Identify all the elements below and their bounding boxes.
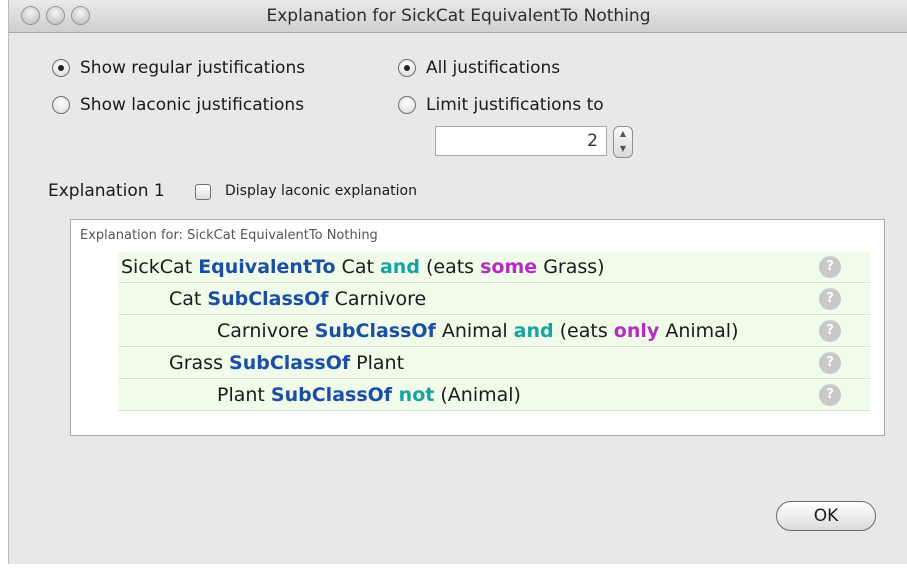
laconic-explanation-label: Display laconic explanation [225,183,417,199]
explanation-header: Explanation for: SickCat EquivalentTo No… [80,228,378,243]
axiom-keyword: SubClassOf [207,288,329,310]
title-bar: Explanation for SickCat EquivalentTo Not… [9,0,907,33]
stepper-up-icon[interactable]: ▲ [614,127,632,142]
radio-unselected-icon[interactable] [398,96,416,114]
axiom-row[interactable]: Grass SubClassOf Plant? [118,348,870,379]
axiom-text: Cat SubClassOf Carnivore [169,284,426,314]
axiom-row[interactable]: SickCat EquivalentTo Cat and (eats some … [118,252,870,283]
limit-justifications-radio[interactable]: Limit justifications to [398,95,604,115]
axiom-term: Grass) [537,256,605,278]
show-regular-radio[interactable]: Show regular justifications [52,58,305,78]
radio-selected-icon[interactable] [52,59,70,77]
axiom-text: Grass SubClassOf Plant [169,348,404,378]
limit-value-field[interactable]: 2 [435,126,607,156]
axiom-term: Animal [435,320,514,342]
axiom-keyword: SubClassOf [229,352,351,374]
axiom-text: Carnivore SubClassOf Animal and (eats on… [217,316,738,346]
axiom-row[interactable]: Cat SubClassOf Carnivore? [118,284,870,315]
axiom-term: SickCat [121,256,199,278]
axiom-keyword: SubClassOf [314,320,436,342]
stepper-down-icon[interactable]: ▼ [614,142,632,157]
axiom-term: (eats [419,256,481,278]
help-icon[interactable]: ? [819,288,841,310]
axiom-term: Plant [217,384,271,406]
axiom-term: Animal) [659,320,739,342]
limit-justifications-label: Limit justifications to [426,95,604,115]
explanation-dialog: Explanation for SickCat EquivalentTo Not… [8,0,907,564]
axiom-text: Plant SubClassOf not (Animal) [217,380,521,410]
ok-button[interactable]: OK [776,501,876,531]
axiom-keyword: EquivalentTo [198,256,336,278]
radio-selected-icon[interactable] [398,59,416,77]
all-justifications-label: All justifications [426,58,561,78]
help-icon[interactable]: ? [819,352,841,374]
explanation-number-label: Explanation 1 [48,181,165,201]
show-laconic-label: Show laconic justifications [80,95,305,115]
axiom-keyword: SubClassOf [270,384,393,406]
axiom-keyword: not [392,384,435,406]
show-regular-label: Show regular justifications [80,58,306,78]
axiom-keyword: and [513,320,554,342]
axiom-term: Carnivore [217,320,315,342]
window-title: Explanation for SickCat EquivalentTo Not… [266,6,651,26]
laconic-explanation-checkbox[interactable] [195,184,211,200]
explanation-panel: Explanation for: SickCat EquivalentTo No… [70,219,885,436]
axiom-term: Carnivore [328,288,427,310]
axiom-keyword: only [613,320,660,342]
help-icon[interactable]: ? [819,320,841,342]
axiom-term: Cat [335,256,380,278]
help-icon[interactable]: ? [819,384,841,406]
axiom-term: Plant [350,352,405,374]
radio-unselected-icon[interactable] [52,96,70,114]
axiom-term: Cat [169,288,208,310]
axiom-keyword: and [379,256,420,278]
axiom-row[interactable]: Plant SubClassOf not (Animal)? [118,380,870,411]
show-laconic-radio[interactable]: Show laconic justifications [52,95,304,115]
axiom-term: (Animal) [434,384,521,406]
axiom-row[interactable]: Carnivore SubClassOf Animal and (eats on… [118,316,870,347]
axiom-text: SickCat EquivalentTo Cat and (eats some … [121,252,605,282]
help-icon[interactable]: ? [819,256,841,278]
axiom-keyword: some [480,256,538,278]
axiom-term: (eats [553,320,614,342]
limit-stepper[interactable]: ▲ ▼ [613,126,633,158]
axiom-term: Grass [169,352,230,374]
all-justifications-radio[interactable]: All justifications [398,58,560,78]
